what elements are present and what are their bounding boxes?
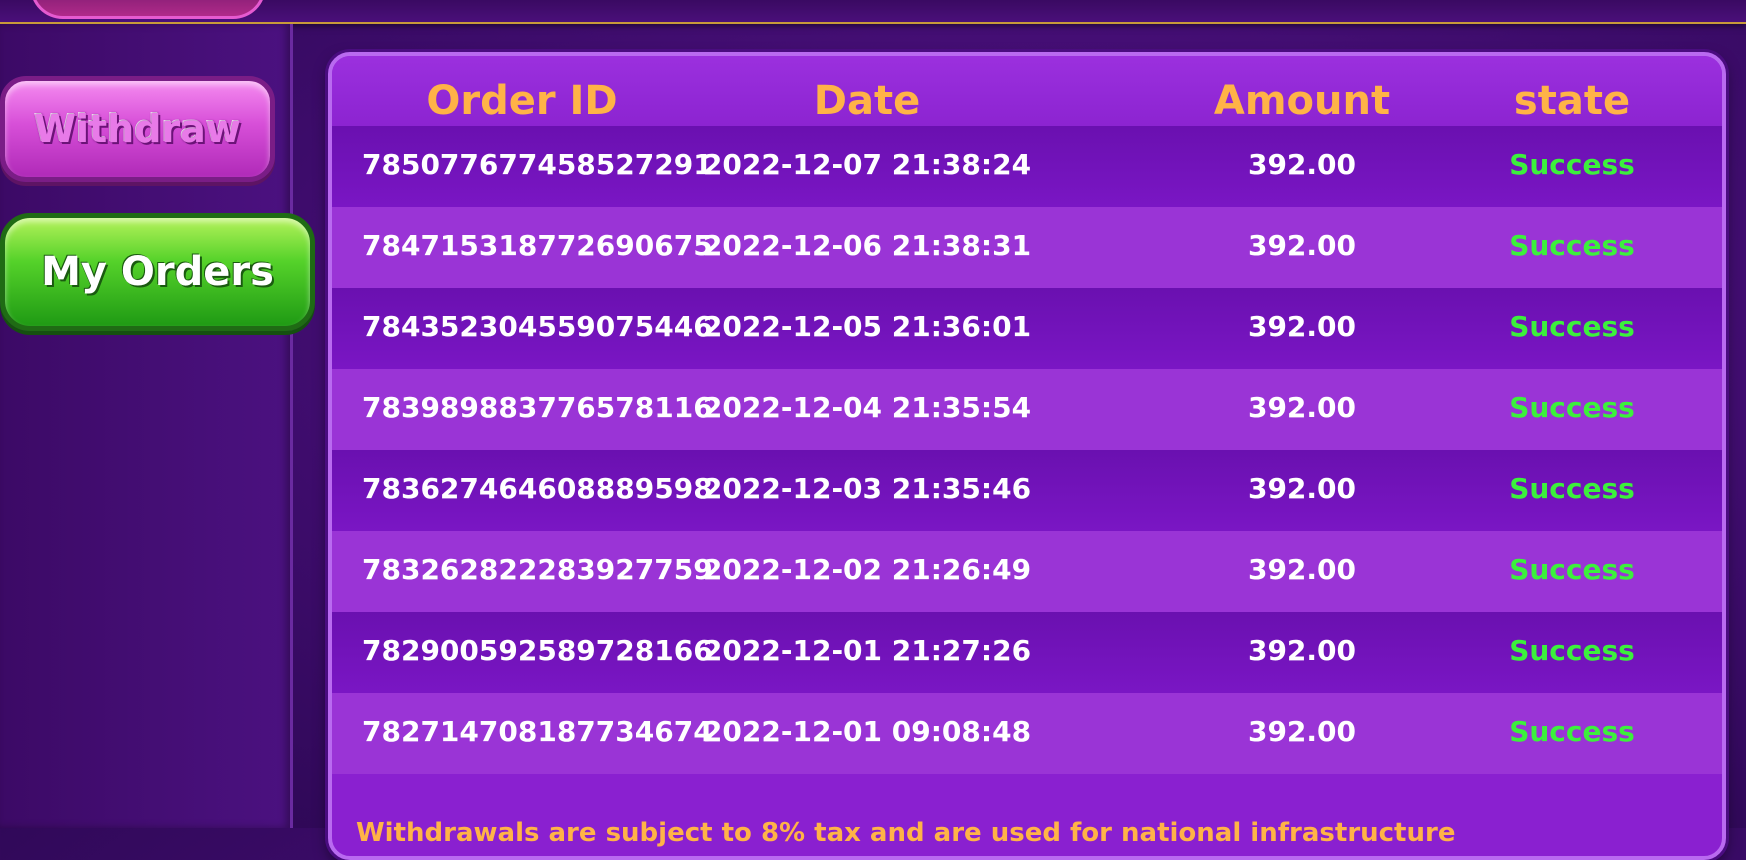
header-order-id: Order ID xyxy=(426,78,618,124)
header-date: Date xyxy=(813,78,921,124)
top-ornament xyxy=(30,0,266,19)
table-row[interactable]: 785077677458527291 2022-12-07 21:38:24 3… xyxy=(332,126,1722,207)
state-cell: Success xyxy=(1509,715,1635,748)
order-id-cell: 782900592589728166 xyxy=(362,634,713,667)
state-cell: Success xyxy=(1509,229,1635,262)
order-id-cell: 785077677458527291 xyxy=(362,148,713,181)
withdraw-button[interactable]: Withdraw xyxy=(0,76,275,182)
state-cell: Success xyxy=(1509,634,1635,667)
header-state: state xyxy=(1513,78,1631,124)
date-cell: 2022-12-05 21:36:01 xyxy=(702,310,1032,343)
amount-cell: 392.00 xyxy=(1247,148,1357,181)
state-cell: Success xyxy=(1509,148,1635,181)
my-orders-button[interactable]: My Orders xyxy=(0,213,315,331)
table-header: Order ID Date Amount state xyxy=(332,56,1722,136)
date-cell: 2022-12-03 21:35:46 xyxy=(702,472,1032,505)
amount-cell: 392.00 xyxy=(1247,553,1357,586)
orders-panel: Order ID Date Amount state 7850776774585… xyxy=(328,52,1726,860)
order-id-cell: 783989883776578116 xyxy=(362,391,713,424)
state-cell: Success xyxy=(1509,310,1635,343)
table-row[interactable]: 782714708187734674 2022-12-01 09:08:48 3… xyxy=(332,693,1722,774)
state-cell: Success xyxy=(1509,391,1635,424)
amount-cell: 392.00 xyxy=(1247,229,1357,262)
order-id-cell: 784715318772690675 xyxy=(362,229,713,262)
table-row[interactable]: 784715318772690675 2022-12-06 21:38:31 3… xyxy=(332,207,1722,288)
order-id-cell: 782714708187734674 xyxy=(362,715,713,748)
table-row[interactable]: 783989883776578116 2022-12-04 21:35:54 3… xyxy=(332,369,1722,450)
amount-cell: 392.00 xyxy=(1247,715,1357,748)
date-cell: 2022-12-01 21:27:26 xyxy=(702,634,1032,667)
top-bar xyxy=(0,0,1746,24)
date-cell: 2022-12-01 09:08:48 xyxy=(702,715,1032,748)
table-row[interactable]: 783627464608889598 2022-12-03 21:35:46 3… xyxy=(332,450,1722,531)
order-id-cell: 783262822283927759 xyxy=(362,553,713,586)
order-id-cell: 783627464608889598 xyxy=(362,472,713,505)
header-amount: Amount xyxy=(1213,78,1391,124)
table-row[interactable]: 783262822283927759 2022-12-02 21:26:49 3… xyxy=(332,531,1722,612)
state-cell: Success xyxy=(1509,472,1635,505)
amount-cell: 392.00 xyxy=(1247,310,1357,343)
table-row[interactable]: 784352304559075446 2022-12-05 21:36:01 3… xyxy=(332,288,1722,369)
date-cell: 2022-12-04 21:35:54 xyxy=(702,391,1032,424)
order-id-cell: 784352304559075446 xyxy=(362,310,713,343)
date-cell: 2022-12-07 21:38:24 xyxy=(702,148,1032,181)
amount-cell: 392.00 xyxy=(1247,634,1357,667)
state-cell: Success xyxy=(1509,553,1635,586)
date-cell: 2022-12-02 21:26:49 xyxy=(702,553,1032,586)
amount-cell: 392.00 xyxy=(1247,472,1357,505)
date-cell: 2022-12-06 21:38:31 xyxy=(702,229,1032,262)
tax-notice: Withdrawals are subject to 8% tax and ar… xyxy=(356,818,1456,848)
amount-cell: 392.00 xyxy=(1247,391,1357,424)
table-row[interactable]: 782900592589728166 2022-12-01 21:27:26 3… xyxy=(332,612,1722,693)
